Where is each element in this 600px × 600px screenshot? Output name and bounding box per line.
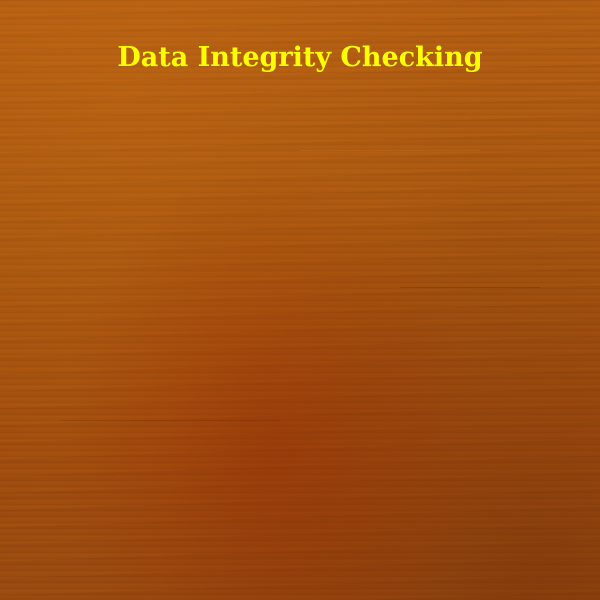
wood-grain-line (400, 287, 540, 288)
slide-canvas: Data Integrity Checking (0, 0, 600, 600)
wood-grain-line (300, 150, 480, 151)
wood-grain-line (60, 420, 280, 421)
slide-title: Data Integrity Checking (117, 42, 483, 73)
